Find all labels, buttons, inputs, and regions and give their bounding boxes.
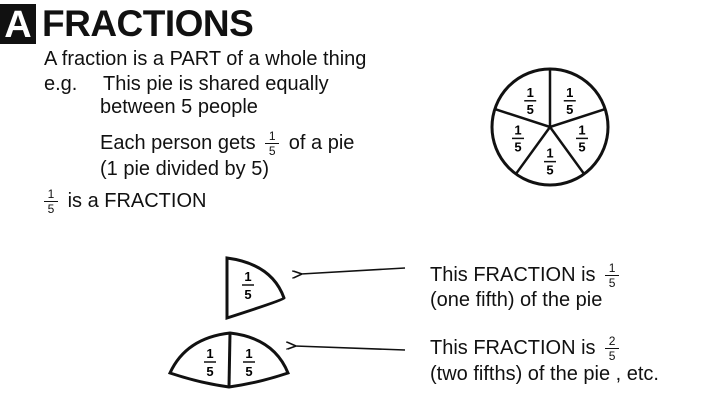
one-fifth-slice xyxy=(225,256,286,321)
two-fifths-slice-diagram: 1 5 1 5 xyxy=(167,331,290,389)
arrow-to-two-fifths xyxy=(295,346,406,351)
pie-diagram: 1515151515 xyxy=(490,67,610,187)
slice-numerator: 1 xyxy=(206,346,213,361)
pie-slice-numerator: 1 xyxy=(527,85,534,100)
slice-numerator: 1 xyxy=(245,346,252,361)
arrow-to-one-fifth xyxy=(301,267,406,274)
pie-slice-denominator: 5 xyxy=(514,139,521,154)
slice-denominator: 5 xyxy=(245,364,252,379)
pie-slice-denominator: 5 xyxy=(566,102,573,117)
slice-numerator: 1 xyxy=(244,269,251,284)
pie-slice-numerator: 1 xyxy=(514,122,521,137)
pie-slice-numerator: 1 xyxy=(578,122,585,137)
pie-slice-denominator: 5 xyxy=(546,163,553,178)
one-fifth-slice-diagram: 1 5 xyxy=(225,256,286,321)
two-fifths-divider xyxy=(227,332,232,388)
pie-slice-numerator: 1 xyxy=(566,85,573,100)
pie-slice-denominator: 5 xyxy=(527,102,534,117)
illustrations: 1515151515 1 5 1 5 1 5 xyxy=(167,67,610,389)
pie-slice-denominator: 5 xyxy=(578,139,585,154)
pie-slice-numerator: 1 xyxy=(546,146,553,161)
slice-denominator: 5 xyxy=(206,364,213,379)
slice-denominator: 5 xyxy=(244,287,251,302)
